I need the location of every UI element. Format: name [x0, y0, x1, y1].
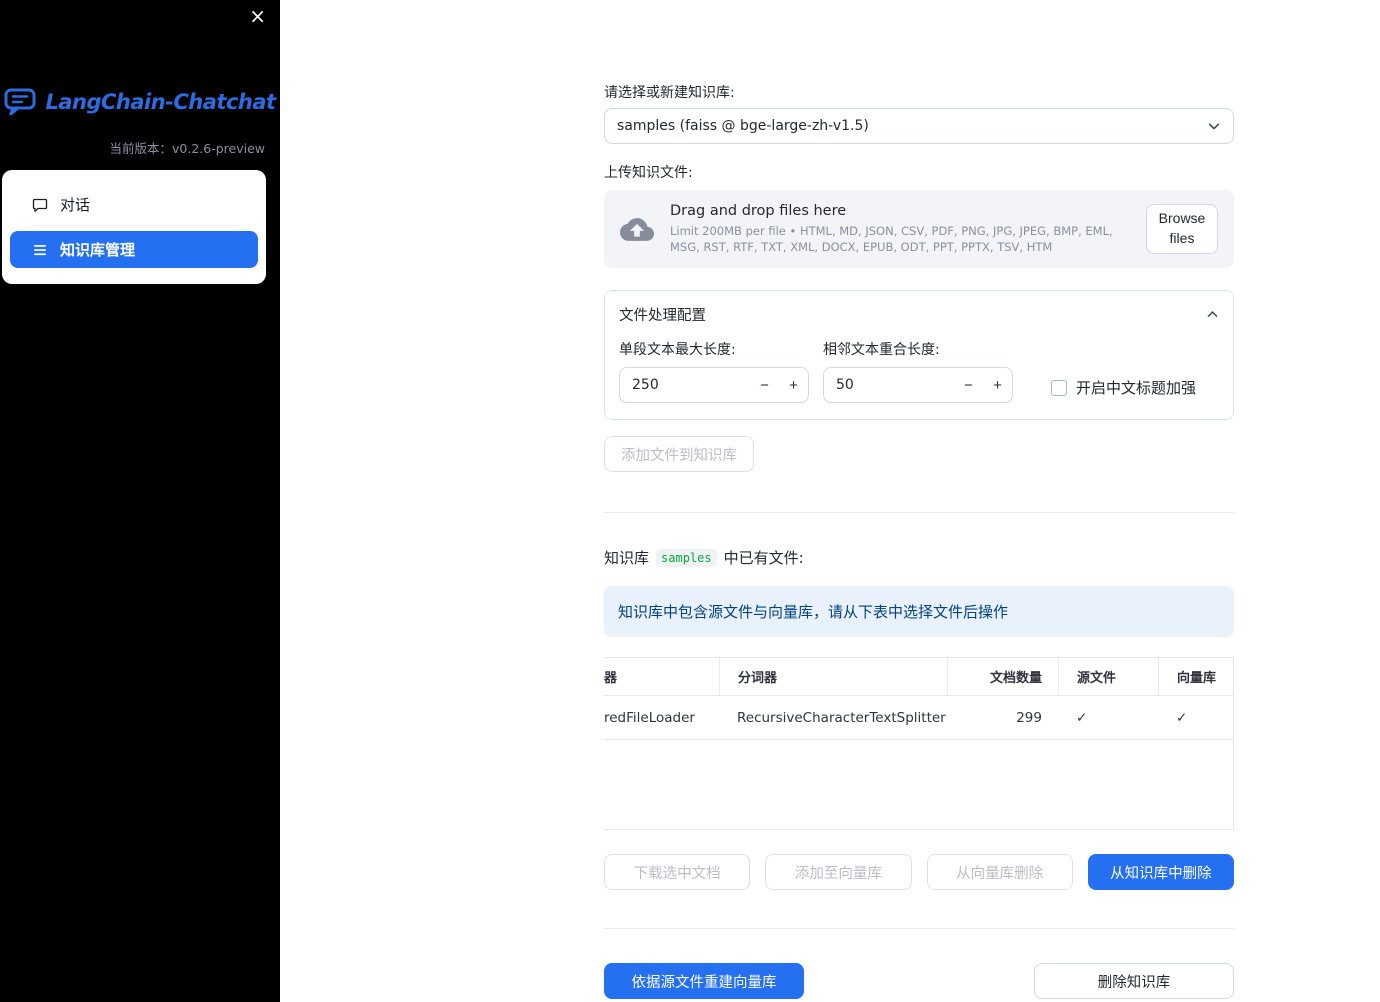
overlap-size-field: 相邻文本重合长度: 50 − + [823, 339, 1013, 403]
col-header-doc-count: 文档数量 [947, 658, 1058, 695]
chunk-size-increment-button[interactable]: + [779, 368, 808, 402]
kb-files-heading: 知识库 samples 中已有文件: [604, 547, 1234, 568]
cell-splitter: RecursiveCharacterTextSplitter [737, 709, 946, 726]
version-prefix: 当前版本： [109, 141, 172, 156]
chat-logo-icon [4, 88, 36, 115]
file-dropzone[interactable]: Drag and drop files here Limit 200MB per… [604, 190, 1234, 268]
col-header-vector: 向量库 [1158, 658, 1234, 695]
overlap-size-value[interactable]: 50 [824, 377, 954, 393]
sidebar-item-chat-label: 对话 [60, 196, 91, 214]
cell-loader: redFileLoader [604, 709, 695, 726]
divider [604, 512, 1234, 513]
upload-label: 上传知识文件: [604, 165, 693, 181]
table-row[interactable]: redFileLoader RecursiveCharacterTextSpli… [604, 696, 1233, 740]
kb-select-label: 请选择或新建知识库: [604, 85, 735, 101]
kb-select-value: samples (faiss @ bge-large-zh-v1.5) [617, 118, 869, 134]
file-config-expander: 文件处理配置 单段文本最大长度: 250 − + 相邻文本重合长度: 50 − … [604, 290, 1234, 420]
sidebar-close-icon[interactable]: × [249, 4, 266, 28]
kb-files-suffix: 中已有文件: [723, 549, 804, 567]
chunk-size-label: 单段文本最大长度: [619, 342, 736, 358]
download-selected-button[interactable]: 下载选中文档 [604, 854, 751, 890]
overlap-size-input[interactable]: 50 − + [823, 367, 1013, 403]
overlap-size-label: 相邻文本重合长度: [823, 342, 940, 358]
chevron-up-icon [1206, 308, 1219, 321]
chunk-size-decrement-button[interactable]: − [750, 368, 779, 402]
chunk-size-field: 单段文本最大长度: 250 − + [619, 339, 809, 403]
table-header-row: 器 分词器 文档数量 源文件 向量库 [604, 658, 1233, 696]
cell-doc-count: 299 [1016, 709, 1042, 726]
overlap-size-increment-button[interactable]: + [983, 368, 1012, 402]
dropzone-title: Drag and drop files here [670, 202, 847, 219]
chunk-size-input[interactable]: 250 − + [619, 367, 809, 403]
dropzone-texts: Drag and drop files here Limit 200MB per… [670, 203, 1130, 256]
remove-from-vector-store-button[interactable]: 从向量库删除 [926, 854, 1073, 890]
col-header-loader: 器 [604, 671, 618, 686]
kb-files-prefix: 知识库 [604, 549, 650, 567]
sidebar: × LangChain-Chatchat 当前版本：v0.2.6-preview… [0, 0, 280, 1002]
app-logo: LangChain-Chatchat [0, 88, 280, 115]
version-text: 当前版本：v0.2.6-preview [109, 138, 265, 157]
cloud-upload-icon [620, 217, 654, 241]
zh-title-enhance-field: 开启中文标题加强 [1051, 377, 1196, 398]
kb-select[interactable]: samples (faiss @ bge-large-zh-v1.5) [604, 108, 1234, 144]
dropzone-limit-text: Limit 200MB per file • HTML, MD, JSON, C… [670, 223, 1113, 254]
app-logo-text: LangChain-Chatchat [45, 89, 276, 114]
kb-files-table: 器 分词器 文档数量 源文件 向量库 redFileLoader Recursi… [604, 657, 1234, 830]
col-header-splitter: 分词器 [719, 658, 947, 695]
kb-name-code: samples [656, 548, 717, 567]
cell-source-check: ✓ [1076, 709, 1088, 726]
file-config-expander-header[interactable]: 文件处理配置 [605, 291, 1233, 329]
zh-title-enhance-checkbox[interactable] [1051, 379, 1067, 396]
browse-files-button[interactable]: Browse files [1146, 204, 1218, 254]
col-header-source: 源文件 [1058, 658, 1158, 695]
add-to-vector-store-button[interactable]: 添加至向量库 [765, 854, 912, 890]
file-config-body: 单段文本最大长度: 250 − + 相邻文本重合长度: 50 − + 开启中文标… [605, 329, 1233, 419]
file-actions-row: 下载选中文档 添加至向量库 从向量库删除 从知识库中删除 [604, 854, 1234, 890]
chat-bubble-icon [32, 197, 48, 213]
info-banner: 知识库中包含源文件与向量库，请从下表中选择文件后操作 [604, 586, 1234, 637]
kb-actions-row: 依据源文件重建向量库 删除知识库 [604, 963, 1234, 999]
add-files-button[interactable]: 添加文件到知识库 [604, 436, 754, 472]
divider [604, 928, 1234, 929]
main-content: 请选择或新建知识库: samples (faiss @ bge-large-zh… [604, 0, 1234, 999]
version-value: v0.2.6-preview [172, 141, 265, 156]
chunk-size-value[interactable]: 250 [620, 377, 750, 393]
zh-title-enhance-label: 开启中文标题加强 [1076, 379, 1197, 397]
list-icon [32, 242, 48, 258]
rebuild-vector-store-button[interactable]: 依据源文件重建向量库 [604, 963, 804, 999]
sidebar-item-kb-management-label: 知识库管理 [60, 241, 136, 259]
cell-vector-check: ✓ [1176, 709, 1188, 726]
file-config-title: 文件处理配置 [619, 308, 706, 324]
sidebar-menu: 对话 知识库管理 [2, 170, 266, 284]
chevron-down-icon [1207, 119, 1221, 133]
delete-kb-button[interactable]: 删除知识库 [1034, 963, 1234, 999]
sidebar-item-chat[interactable]: 对话 [10, 186, 258, 223]
delete-from-kb-button[interactable]: 从知识库中删除 [1087, 854, 1234, 890]
overlap-size-decrement-button[interactable]: − [954, 368, 983, 402]
sidebar-item-kb-management[interactable]: 知识库管理 [10, 231, 258, 268]
